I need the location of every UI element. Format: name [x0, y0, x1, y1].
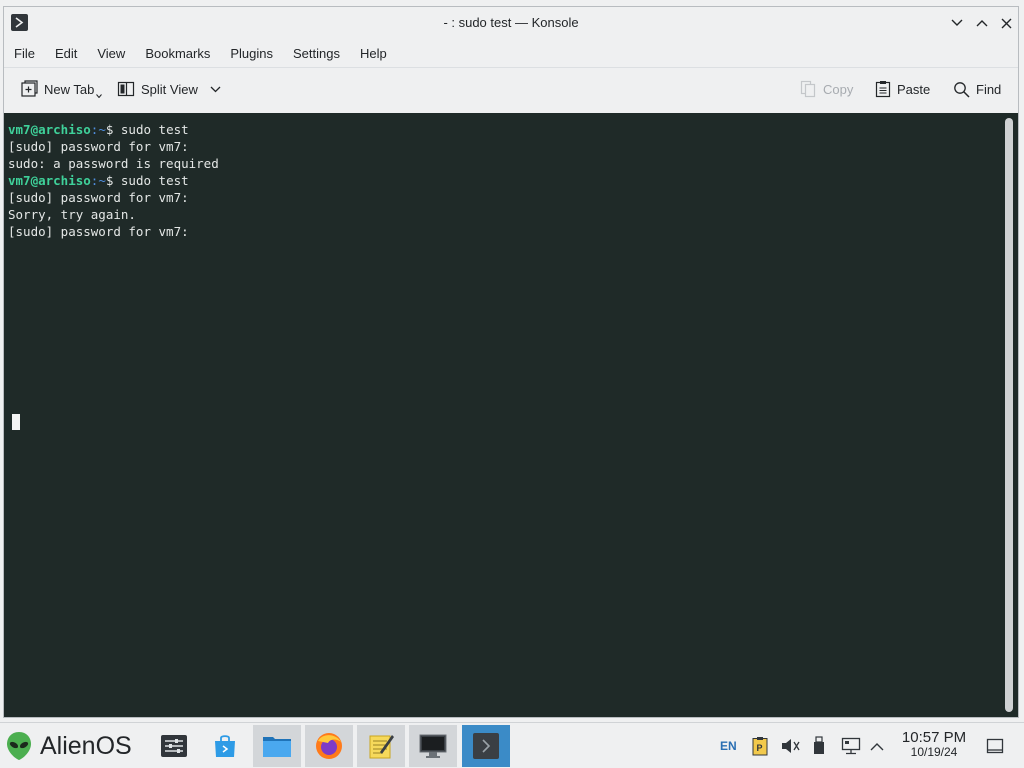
taskbar-system-monitor[interactable]: [409, 725, 457, 767]
copy-button[interactable]: Copy: [800, 75, 853, 103]
volume-muted-icon: [782, 739, 800, 753]
terminal-line: vm7@archiso:~$ sudo test: [8, 172, 219, 189]
files-icon: [263, 737, 291, 757]
monitor-icon: [419, 734, 447, 758]
menu-bookmarks[interactable]: Bookmarks: [138, 46, 217, 61]
menu-plugins[interactable]: Plugins: [223, 46, 280, 61]
konsole-icon: [473, 733, 499, 759]
split-view-icon: [117, 81, 135, 97]
search-icon: [954, 81, 970, 98]
terminal-line: sudo: a password is required: [8, 156, 219, 171]
terminal-line: [sudo] password for vm7:: [8, 139, 189, 154]
removable-devices-tray[interactable]: [812, 733, 826, 759]
maximize-button[interactable]: [973, 14, 991, 32]
paste-icon: [875, 81, 891, 98]
split-view-button[interactable]: Split View: [117, 75, 221, 103]
terminal-output: vm7@archiso:~$ sudo test [sudo] password …: [8, 121, 219, 240]
usb-drive-icon: [814, 736, 824, 754]
title-bar[interactable]: - : sudo test — Konsole: [4, 7, 1018, 39]
prompt-user: vm7@archiso: [8, 173, 91, 188]
tray-expand-button[interactable]: [870, 733, 884, 759]
chevron-up-icon: [976, 20, 988, 27]
terminal-cursor: [12, 414, 20, 430]
taskbar-store[interactable]: [201, 725, 249, 767]
notes-icon: [369, 735, 394, 759]
clock-date: 10/19/24: [910, 745, 958, 759]
show-desktop-icon: [986, 738, 1004, 754]
window-title: - : sudo test — Konsole: [443, 15, 579, 30]
volume-tray[interactable]: [780, 733, 800, 759]
start-menu-button[interactable]: AlienOS: [6, 727, 132, 765]
firefox-icon: [316, 733, 342, 759]
menu-bar: File Edit View Bookmarks Plugins Setting…: [4, 39, 1018, 67]
keyboard-layout-indicator[interactable]: EN: [720, 733, 737, 759]
taskbar-notes[interactable]: [357, 725, 405, 767]
new-tab-icon: [21, 80, 38, 97]
konsole-window: - : sudo test — Konsole File Edit View B…: [3, 6, 1019, 718]
terminal-scrollbar[interactable]: [1005, 118, 1013, 712]
chevron-down-icon: [951, 19, 963, 26]
split-view-label: Split View: [141, 81, 198, 97]
menu-file[interactable]: File: [7, 46, 42, 61]
terminal-line: [sudo] password for vm7:: [8, 190, 189, 205]
dropdown-arrow-icon: [96, 94, 103, 98]
chevron-down-icon[interactable]: [210, 86, 221, 93]
find-button[interactable]: Find: [953, 75, 1001, 103]
start-label: AlienOS: [40, 731, 132, 760]
copy-label: Copy: [823, 81, 854, 97]
close-button[interactable]: [997, 14, 1015, 32]
toolbar: New Tab Split View Copy Paste Find: [4, 67, 1018, 109]
prompt-command: $ sudo test: [105, 173, 189, 188]
terminal-line: Sorry, try again.: [8, 207, 136, 222]
clock-time: 10:57 PM: [901, 729, 967, 746]
prompt-path: :~: [90, 122, 106, 137]
settings-icon: [161, 735, 187, 757]
network-tray[interactable]: [841, 733, 861, 759]
taskbar-konsole[interactable]: [462, 725, 510, 767]
terminal-line: vm7@archiso:~$ sudo test: [8, 121, 219, 138]
menu-help[interactable]: Help: [353, 46, 394, 61]
clock[interactable]: 10:57 PM 10/19/24: [897, 729, 971, 759]
menu-view[interactable]: View: [90, 46, 132, 61]
alien-logo-icon: [7, 732, 31, 760]
taskbar-settings[interactable]: [150, 725, 198, 767]
store-icon: [215, 735, 235, 757]
clipboard-icon: P: [752, 737, 768, 756]
minimize-button[interactable]: [948, 14, 966, 32]
chevron-up-icon: [870, 742, 884, 750]
network-wired-icon: [841, 737, 861, 755]
terminal-line: [sudo] password for vm7:: [8, 224, 189, 239]
find-label: Find: [976, 81, 1002, 97]
svg-text:P: P: [757, 743, 763, 753]
taskbar-firefox[interactable]: [305, 725, 353, 767]
taskbar: AlienOS EN P 10:57 PM 10/19/24: [0, 722, 1024, 768]
menu-settings[interactable]: Settings: [286, 46, 347, 61]
close-icon: [1001, 18, 1011, 28]
prompt-path: :~: [90, 173, 106, 188]
copy-icon: [800, 80, 816, 98]
prompt-command: $ sudo test: [105, 122, 189, 137]
paste-button[interactable]: Paste: [875, 75, 930, 103]
new-tab-label: New Tab: [44, 81, 95, 97]
menu-edit[interactable]: Edit: [48, 46, 84, 61]
prompt-user: vm7@archiso: [8, 122, 91, 137]
new-tab-button[interactable]: New Tab: [20, 75, 103, 103]
terminal-view[interactable]: vm7@archiso:~$ sudo test [sudo] password …: [4, 113, 1018, 717]
paste-label: Paste: [897, 81, 931, 97]
taskbar-files[interactable]: [253, 725, 301, 767]
clipboard-tray[interactable]: P: [752, 733, 768, 759]
show-desktop-button[interactable]: [986, 733, 1004, 759]
